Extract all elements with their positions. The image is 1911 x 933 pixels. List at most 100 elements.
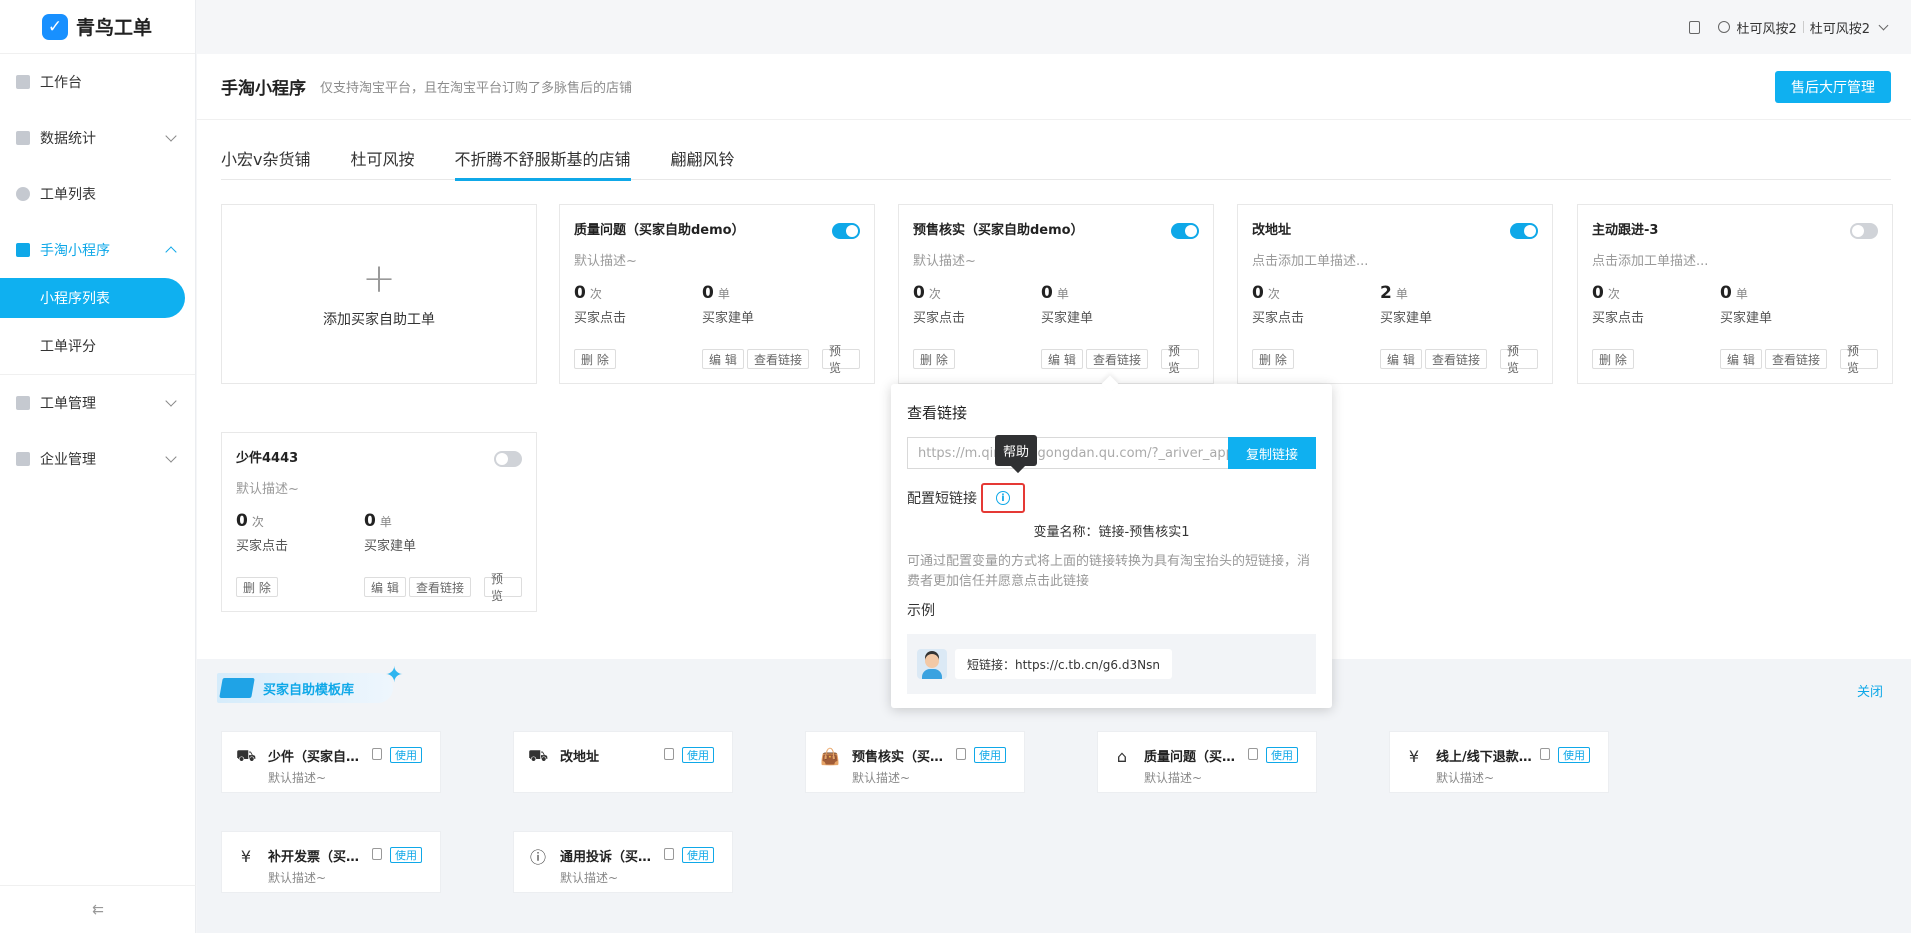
- truck-icon: ⛟: [235, 745, 257, 765]
- after-sales-hall-button[interactable]: 售后大厅管理: [1775, 71, 1891, 103]
- view-link-button[interactable]: 查看链接: [409, 577, 472, 597]
- sidebar-item-ticket-list[interactable]: 工单列表: [0, 166, 195, 222]
- document-icon[interactable]: [664, 748, 674, 760]
- sidebar-item-mini-program-list[interactable]: 小程序列表: [0, 278, 185, 318]
- enable-toggle[interactable]: [1510, 223, 1538, 239]
- document-icon[interactable]: [1248, 748, 1258, 760]
- help-tooltip: 帮助: [995, 435, 1038, 466]
- app-name: 青鸟工单: [76, 17, 153, 39]
- use-template-button[interactable]: 使用: [682, 847, 714, 863]
- logo-check-icon: ✓: [42, 13, 68, 40]
- edit-button[interactable]: 编 辑: [702, 349, 744, 369]
- document-icon[interactable]: [956, 748, 966, 760]
- preview-button[interactable]: 预 览: [822, 344, 860, 375]
- card-description[interactable]: 点击添加工单描述...: [1592, 250, 1878, 269]
- sidebar-item-ticket-rating[interactable]: 工单评分: [0, 326, 195, 366]
- view-link-popover: 查看链接 https://m.qingniaogongdan.qu.com/?_…: [891, 384, 1332, 708]
- card-description[interactable]: 默认描述~: [236, 478, 522, 497]
- ticket-card: 改地址 点击添加工单描述... 0次 买家点击 2单 买家建单 删 除 编 辑 …: [1237, 204, 1553, 384]
- template-desc: 默认描述~: [852, 771, 911, 785]
- preview-button[interactable]: 预 览: [484, 572, 522, 603]
- document-icon[interactable]: [372, 848, 382, 860]
- view-link-button[interactable]: 查看链接: [1425, 349, 1488, 369]
- buyer-clicks-stat: 0次 买家点击: [574, 283, 702, 326]
- chevron-down-icon: [165, 395, 177, 407]
- edit-button[interactable]: 编 辑: [364, 577, 406, 597]
- template-card[interactable]: ¥ 补开发票（买家自助demo） 默认描述~ 使用: [221, 831, 441, 893]
- link-url-field[interactable]: https://m.qingniaogongdan.qu.com/?_arive…: [907, 437, 1228, 469]
- document-icon[interactable]: [1540, 748, 1550, 760]
- enable-toggle[interactable]: [832, 223, 860, 239]
- card-stats: 0次 买家点击 2单 买家建单: [1252, 283, 1538, 326]
- buyer-orders-stat: 0单 买家建单: [1720, 283, 1848, 326]
- chevron-down-icon[interactable]: [1878, 20, 1889, 30]
- use-template-button[interactable]: 使用: [1266, 747, 1298, 763]
- preview-button[interactable]: 预 览: [1840, 344, 1878, 375]
- sidebar-item-ticket-management[interactable]: 工单管理: [0, 375, 195, 431]
- clicks-value: 0: [1592, 283, 1604, 303]
- clicks-value: 0: [1252, 283, 1264, 303]
- info-icon[interactable]: i: [996, 491, 1010, 505]
- template-title: 通用投诉（买家自助demo）: [560, 850, 660, 865]
- help-highlight[interactable]: i: [981, 483, 1025, 513]
- template-title: 改地址: [560, 750, 600, 765]
- enable-toggle[interactable]: [494, 451, 522, 467]
- card-description[interactable]: 默认描述~: [574, 250, 860, 269]
- user-name[interactable]: 杜可风按2: [1810, 18, 1870, 37]
- view-link-button[interactable]: 查看链接: [1765, 349, 1828, 369]
- use-template-button[interactable]: 使用: [974, 747, 1006, 763]
- preview-button[interactable]: 预 览: [1500, 344, 1538, 375]
- add-self-service-card[interactable]: + 添加买家自助工单: [221, 204, 537, 384]
- sidebar-item-mini-program[interactable]: 手淘小程序: [0, 222, 195, 278]
- tab-shop-3[interactable]: 不折腾不舒服斯基的店铺: [454, 146, 631, 181]
- use-template-button[interactable]: 使用: [390, 847, 422, 863]
- card-actions: 删 除 编 辑 查看链接 预 览: [1592, 344, 1878, 375]
- delete-button[interactable]: 删 除: [1252, 349, 1294, 369]
- sidebar-item-statistics[interactable]: 数据统计: [0, 110, 195, 166]
- tab-shop-4[interactable]: 翩翩风铃: [671, 146, 735, 180]
- copy-link-button[interactable]: 复制链接: [1228, 437, 1316, 469]
- delete-button[interactable]: 删 除: [574, 349, 616, 369]
- collapse-sidebar-icon[interactable]: ⇇: [0, 885, 196, 933]
- app-logo[interactable]: ✓ 青鸟工单: [0, 0, 195, 54]
- tab-shop-1[interactable]: 小宏v杂货铺: [221, 146, 310, 180]
- card-title: 预售核实（买家自助demo）: [913, 223, 1084, 238]
- document-icon[interactable]: [664, 848, 674, 860]
- close-library-button[interactable]: 关闭: [1857, 681, 1883, 700]
- template-card[interactable]: 👜 预售核实（买家自助demo） 默认描述~ 使用: [805, 731, 1025, 793]
- enable-toggle[interactable]: [1850, 223, 1878, 239]
- enable-toggle[interactable]: [1171, 223, 1199, 239]
- template-card[interactable]: ⛟ 改地址 使用: [513, 731, 733, 793]
- top-header: 杜可风按2 杜可风按2: [197, 0, 1911, 54]
- card-description[interactable]: 点击添加工单描述...: [1252, 250, 1538, 269]
- sidebar-item-workbench[interactable]: 工作台: [0, 54, 195, 110]
- use-template-button[interactable]: 使用: [682, 747, 714, 763]
- document-icon[interactable]: [372, 748, 382, 760]
- edit-button[interactable]: 编 辑: [1041, 349, 1083, 369]
- edit-button[interactable]: 编 辑: [1720, 349, 1762, 369]
- tab-shop-2[interactable]: 杜可风按: [350, 146, 414, 180]
- template-card[interactable]: ⌂ 质量问题（买家自助demo） 默认描述~ 使用: [1097, 731, 1317, 793]
- card-description[interactable]: 默认描述~: [913, 250, 1199, 269]
- view-link-button[interactable]: 查看链接: [747, 349, 810, 369]
- template-card[interactable]: ¥ 线上/线下退款（买家自助） 默认描述~ 使用: [1389, 731, 1609, 793]
- delete-button[interactable]: 删 除: [1592, 349, 1634, 369]
- delete-button[interactable]: 删 除: [913, 349, 955, 369]
- ticket-card: 质量问题（买家自助demo） 默认描述~ 0次 买家点击 0单 买家建单 删 除…: [559, 204, 875, 384]
- sidebar-item-enterprise-management[interactable]: 企业管理: [0, 431, 195, 487]
- short-link-label: 配置短链接: [907, 491, 977, 507]
- edit-button[interactable]: 编 辑: [1380, 349, 1422, 369]
- template-card[interactable]: ⛟ 少件（买家自助demo） 默认描述~ 使用: [221, 731, 441, 793]
- card-actions: 删 除 编 辑 查看链接 预 览: [913, 344, 1199, 375]
- home-icon: ⌂: [1116, 746, 1128, 766]
- card-stats: 0次 买家点击 0单 买家建单: [1592, 283, 1878, 326]
- document-icon[interactable]: [1689, 20, 1701, 34]
- view-link-button[interactable]: 查看链接: [1086, 349, 1149, 369]
- shop-name[interactable]: 杜可风按2: [1736, 18, 1796, 37]
- template-card[interactable]: ⓘ 通用投诉（买家自助demo） 默认描述~ 使用: [513, 831, 733, 893]
- preview-button[interactable]: 预 览: [1161, 344, 1199, 375]
- example-label: 示例: [907, 603, 935, 619]
- use-template-button[interactable]: 使用: [390, 747, 422, 763]
- delete-button[interactable]: 删 除: [236, 577, 278, 597]
- use-template-button[interactable]: 使用: [1558, 747, 1590, 763]
